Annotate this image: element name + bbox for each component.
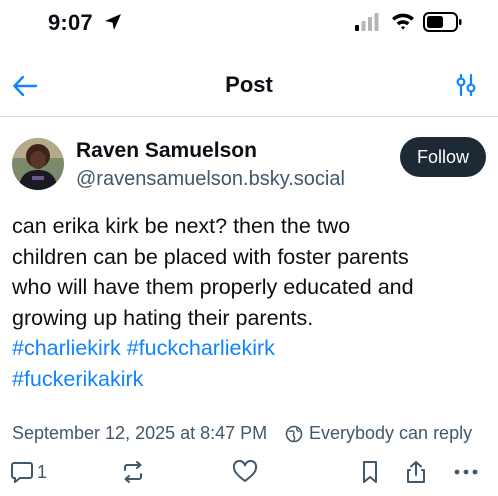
share-button[interactable] bbox=[404, 458, 428, 486]
location-arrow-icon bbox=[105, 14, 121, 30]
more-options-button[interactable] bbox=[452, 458, 480, 486]
repost-icon bbox=[124, 461, 142, 483]
avatar[interactable] bbox=[12, 138, 64, 190]
bookmark-button[interactable] bbox=[359, 458, 381, 486]
author-display-name[interactable]: Raven Samuelson bbox=[76, 139, 257, 163]
like-button[interactable] bbox=[232, 458, 258, 486]
page-title: Post bbox=[225, 72, 273, 97]
wifi-icon bbox=[392, 13, 414, 30]
hashtag-line: #fuckerikakirk bbox=[12, 364, 492, 395]
post-text-line: children can be placed with foster paren… bbox=[12, 244, 409, 269]
globe-icon bbox=[285, 425, 303, 443]
like-icon bbox=[232, 460, 258, 482]
status-bar: 9:07 bbox=[0, 0, 498, 44]
reply-icon bbox=[11, 462, 33, 483]
more-icon bbox=[454, 469, 478, 475]
hashtag-link[interactable]: #charliekirk bbox=[12, 336, 121, 360]
hashtag-link[interactable]: #fuckerikakirk bbox=[12, 367, 143, 391]
sliders-icon[interactable] bbox=[455, 73, 477, 97]
hashtag-line: #charliekirk #fuckcharliekirk bbox=[12, 333, 492, 364]
post-text-line: growing up hating their parents. bbox=[12, 305, 314, 330]
post-timestamp: September 12, 2025 at 8:47 PM bbox=[12, 423, 268, 443]
post-text-line: can erika kirk be next? then the two bbox=[12, 214, 351, 238]
nav-bar: Post bbox=[0, 60, 498, 110]
reply-setting[interactable]: Everybody can reply bbox=[309, 423, 472, 444]
author-handle[interactable]: @ravensamuelson.bsky.social bbox=[76, 168, 345, 191]
avatar-image bbox=[12, 138, 64, 190]
battery-icon bbox=[423, 12, 462, 32]
hashtag-link[interactable]: #fuckcharliekirk bbox=[127, 336, 275, 360]
reply-count: 1 bbox=[37, 461, 48, 482]
header-divider bbox=[0, 116, 498, 117]
follow-button[interactable]: Follow bbox=[400, 137, 486, 177]
post-action-bar: 1 bbox=[0, 458, 498, 488]
post-text-line: who will have them properly educated and bbox=[12, 275, 414, 299]
post-text: can erika kirk be next? then the two chi… bbox=[12, 211, 492, 394]
reply-button[interactable]: 1 bbox=[10, 458, 47, 486]
bookmark-icon bbox=[363, 461, 377, 483]
share-icon bbox=[407, 461, 425, 483]
repost-button[interactable] bbox=[120, 458, 146, 486]
cellular-signal-icon bbox=[355, 13, 379, 31]
status-time: 9:07 bbox=[48, 10, 93, 35]
